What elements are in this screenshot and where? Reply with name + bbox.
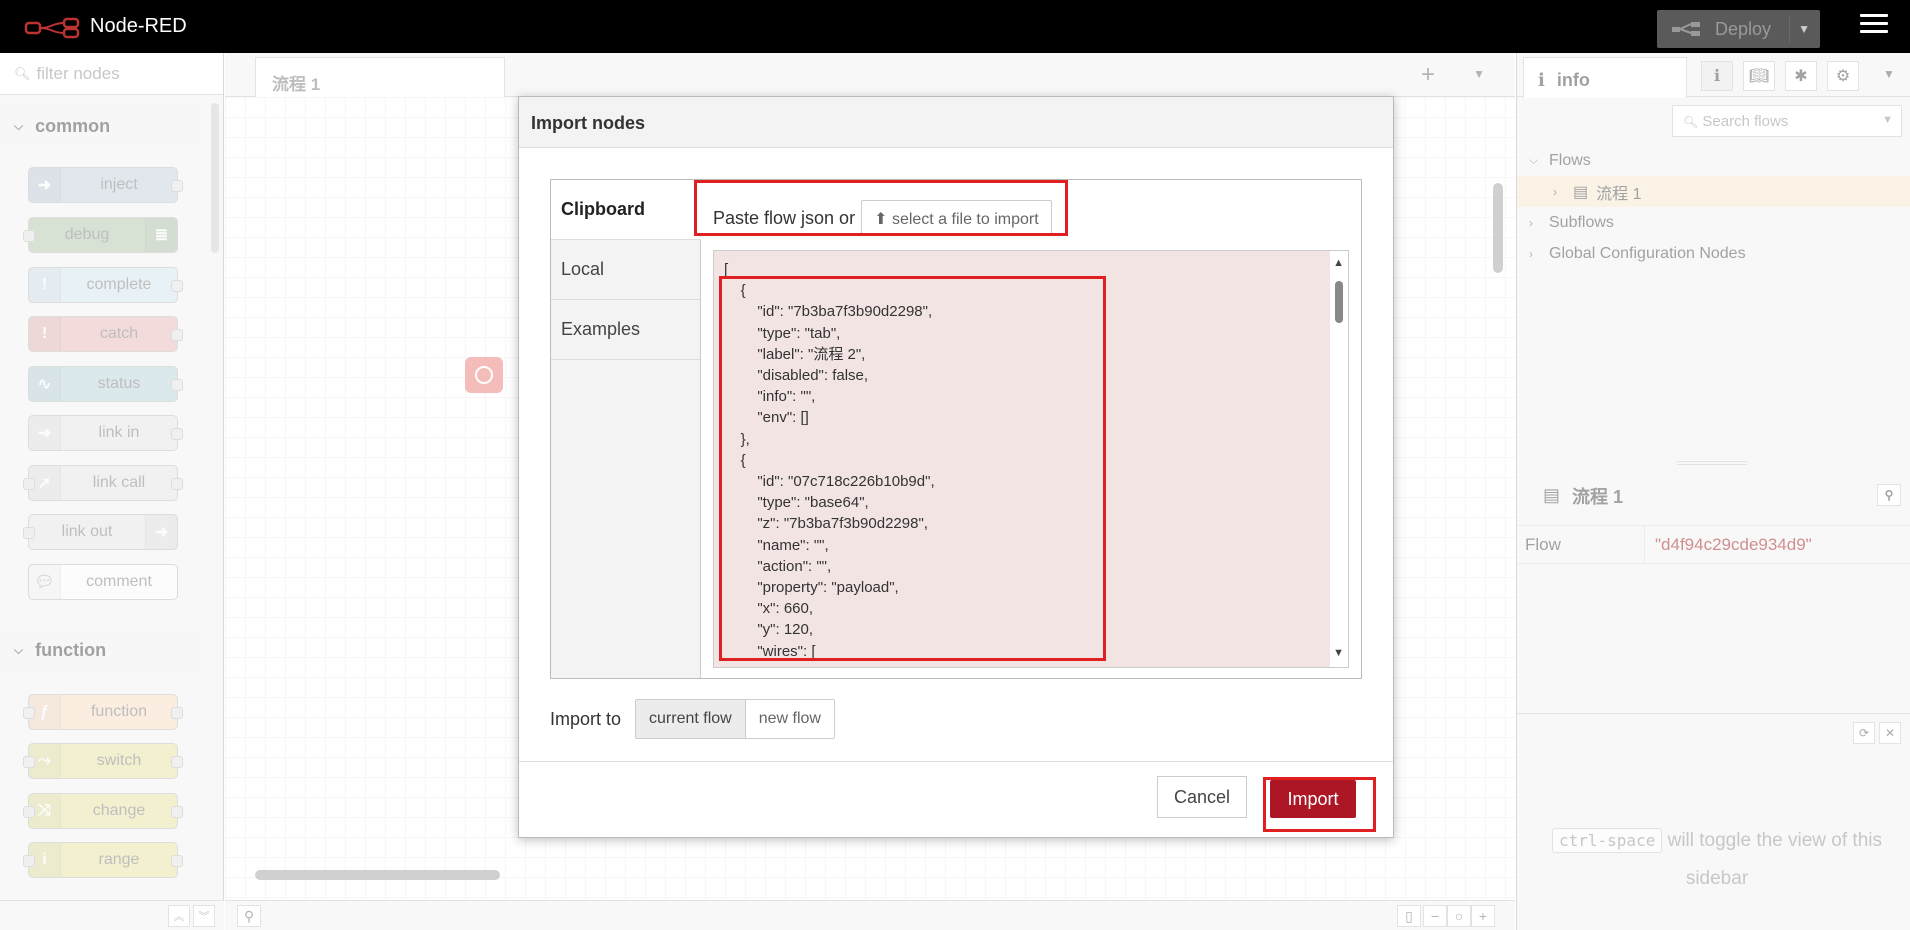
deploy-dropdown-caret-icon[interactable]: ▼ — [1798, 22, 1810, 36]
main-menu-hamburger-icon[interactable] — [1860, 14, 1888, 40]
nav-examples[interactable]: Examples — [551, 300, 700, 360]
app-logo: Node-RED — [24, 15, 187, 39]
current-flow-option[interactable]: current flow — [636, 700, 746, 738]
scroll-up-icon[interactable]: ▲ — [1333, 257, 1344, 269]
nav-clipboard[interactable]: Clipboard — [551, 180, 701, 240]
select-file-button[interactable]: ⬆ select a file to import — [861, 200, 1052, 236]
textarea-scrollbar[interactable]: ▲ ▼ — [1330, 251, 1348, 667]
node-red-logo-icon — [24, 17, 80, 38]
deploy-icon — [1672, 22, 1700, 36]
upload-icon: ⬆ — [874, 211, 888, 228]
dialog-title: Import nodes — [519, 97, 1393, 148]
app-title: Node-RED — [90, 15, 187, 37]
deploy-button[interactable]: Deploy ▼ — [1657, 10, 1820, 48]
import-to-label: Import to — [550, 708, 622, 729]
cancel-button[interactable]: Cancel — [1157, 776, 1247, 818]
import-to-row: Import to current flow new flow — [550, 699, 835, 739]
select-file-label: select a file to import — [891, 211, 1039, 228]
nav-local[interactable]: Local — [551, 240, 700, 300]
paste-label: Paste flow json or — [713, 207, 856, 228]
import-button[interactable]: Import — [1270, 780, 1356, 818]
deploy-separator — [1789, 16, 1790, 42]
dialog-footer: Cancel Import — [519, 761, 1393, 837]
import-source-nav: Clipboard Local Examples — [551, 180, 701, 678]
new-flow-option[interactable]: new flow — [745, 700, 834, 738]
top-header: Node-RED Deploy ▼ — [0, 0, 1910, 53]
paste-row: Paste flow json or ⬆ select a file to im… — [713, 200, 1052, 236]
scroll-down-icon[interactable]: ▼ — [1333, 647, 1344, 659]
textarea-scroll-thumb[interactable] — [1335, 281, 1343, 323]
flow-json-textarea[interactable]: [ { "id": "7b3ba7f3b90d2298", "type": "t… — [713, 250, 1349, 668]
import-nodes-dialog: Import nodes Clipboard Local Examples Pa… — [518, 96, 1394, 838]
flow-json-text: [ { "id": "7b3ba7f3b90d2298", "type": "t… — [724, 261, 935, 660]
import-body: Clipboard Local Examples Paste flow json… — [550, 179, 1362, 679]
import-to-toggle: current flow new flow — [635, 699, 835, 739]
deploy-label: Deploy — [1715, 18, 1772, 39]
